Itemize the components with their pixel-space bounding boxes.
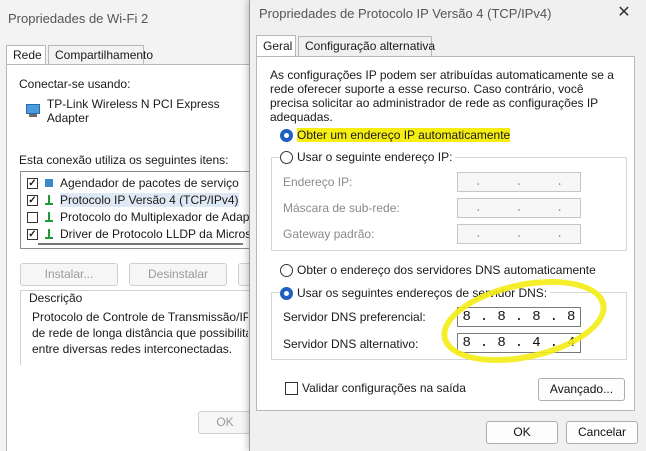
list-item-label: Protocolo do Multiplexador de Adaptado bbox=[60, 210, 252, 224]
list-item[interactable]: ✓ Driver de Protocolo LLDP da Microsoft bbox=[27, 226, 252, 242]
list-item-label: Agendador de pacotes de serviço bbox=[60, 176, 239, 190]
list-item-label: Protocolo IP Versão 4 (TCP/IPv4) bbox=[60, 193, 239, 207]
tab-geral[interactable]: Geral bbox=[256, 35, 296, 57]
checkbox-checked-icon[interactable]: ✓ bbox=[27, 228, 38, 240]
dns-auto-label: Obter o endereço dos servidores DNS auto… bbox=[297, 263, 596, 277]
list-item[interactable]: ✓ Agendador de pacotes de serviço bbox=[27, 175, 239, 191]
validate-label: Validar configurações na saída bbox=[302, 381, 466, 395]
advanced-button[interactable]: Avançado... bbox=[538, 378, 625, 401]
radio-selected-icon[interactable] bbox=[280, 128, 293, 142]
ip-manual-label: Usar o seguinte endereço IP: bbox=[297, 150, 453, 164]
intro-text: As configurações IP podem ser atribuídas… bbox=[270, 68, 614, 124]
protocol-icon bbox=[43, 194, 55, 206]
network-adapter-icon bbox=[24, 104, 41, 118]
tab-configuracao-alternativa[interactable]: Configuração alternativa bbox=[298, 36, 435, 57]
network-service-icon bbox=[43, 177, 55, 189]
uninstall-button[interactable]: Desinstalar bbox=[129, 263, 227, 286]
connect-using-label: Conectar-se usando: bbox=[19, 77, 131, 91]
subnet-field[interactable]: ... bbox=[457, 198, 581, 218]
tab-compartilhamento[interactable]: Compartilhamento bbox=[48, 45, 153, 65]
close-icon[interactable]: ✕ bbox=[612, 2, 636, 24]
dns-auto-option[interactable]: Obter o endereço dos servidores DNS auto… bbox=[280, 263, 596, 277]
horizontal-scrollbar[interactable] bbox=[38, 243, 243, 245]
gateway-field[interactable]: ... bbox=[457, 224, 581, 244]
ok-button[interactable]: OK bbox=[198, 411, 252, 434]
cancel-button[interactable]: Cancelar bbox=[566, 421, 638, 444]
protocol-icon bbox=[43, 228, 55, 240]
list-item[interactable]: Protocolo do Multiplexador de Adaptado bbox=[27, 209, 252, 225]
items-label: Esta conexão utiliza os seguintes itens: bbox=[19, 153, 229, 167]
checkbox-checked-icon[interactable]: ✓ bbox=[27, 194, 38, 206]
description-title: Descrição bbox=[27, 291, 85, 305]
dialog-title: Propriedades de Protocolo IP Versão 4 (T… bbox=[259, 6, 552, 21]
radio-selected-icon[interactable] bbox=[280, 286, 293, 300]
gateway-label: Gateway padrão: bbox=[283, 227, 375, 241]
checkbox-checked-icon[interactable]: ✓ bbox=[27, 177, 38, 189]
items-list[interactable]: ✓ Agendador de pacotes de serviço ✓ Prot… bbox=[20, 171, 252, 249]
subnet-label: Máscara de sub-rede: bbox=[283, 201, 400, 215]
checkbox-unchecked-icon[interactable] bbox=[27, 211, 38, 223]
ip-auto-option[interactable]: Obter um endereço IP automaticamente bbox=[280, 128, 511, 142]
adapter-name: TP-Link Wireless N PCI Express Adapter bbox=[46, 97, 220, 125]
dns-alternate-field[interactable]: 8.8.4.4 bbox=[457, 333, 581, 353]
list-item[interactable]: ✓ Protocolo IP Versão 4 (TCP/IPv4) bbox=[27, 192, 239, 208]
description-text: Protocolo de Controle de Transmissão/IP.… bbox=[32, 310, 248, 356]
wifi-properties-window: Propriedades de Wi-Fi 2 Rede Compartilha… bbox=[0, 0, 258, 451]
dns-preferred-field[interactable]: 8.8.8.8 bbox=[457, 307, 581, 327]
install-button[interactable]: Instalar... bbox=[20, 263, 118, 286]
list-item-label: Driver de Protocolo LLDP da Microsoft bbox=[60, 227, 252, 241]
adapter-row: TP-Link Wireless N PCI Express Adapter bbox=[24, 97, 251, 125]
ok-button[interactable]: OK bbox=[486, 421, 558, 444]
validate-option[interactable]: Validar configurações na saída bbox=[285, 381, 466, 395]
dns-preferred-label: Servidor DNS preferencial: bbox=[283, 310, 426, 324]
protocol-icon bbox=[43, 211, 55, 223]
dns-manual-label: Usar os seguintes endereços de servidor … bbox=[297, 286, 548, 300]
checkbox-unchecked-icon[interactable] bbox=[285, 381, 298, 395]
window-title: Propriedades de Wi-Fi 2 bbox=[8, 11, 149, 26]
ip-address-field[interactable]: ... bbox=[457, 172, 581, 192]
radio-unselected-icon[interactable] bbox=[280, 150, 293, 164]
ip-auto-label: Obter um endereço IP automaticamente bbox=[297, 128, 511, 142]
dns-alternate-label: Servidor DNS alternativo: bbox=[283, 337, 419, 351]
ip-address-label: Endereço IP: bbox=[283, 175, 353, 189]
dns-manual-option[interactable]: Usar os seguintes endereços de servidor … bbox=[280, 286, 551, 300]
ip-manual-option[interactable]: Usar o seguinte endereço IP: bbox=[280, 150, 456, 164]
tab-rede[interactable]: Rede bbox=[6, 45, 46, 66]
radio-unselected-icon[interactable] bbox=[280, 263, 293, 277]
